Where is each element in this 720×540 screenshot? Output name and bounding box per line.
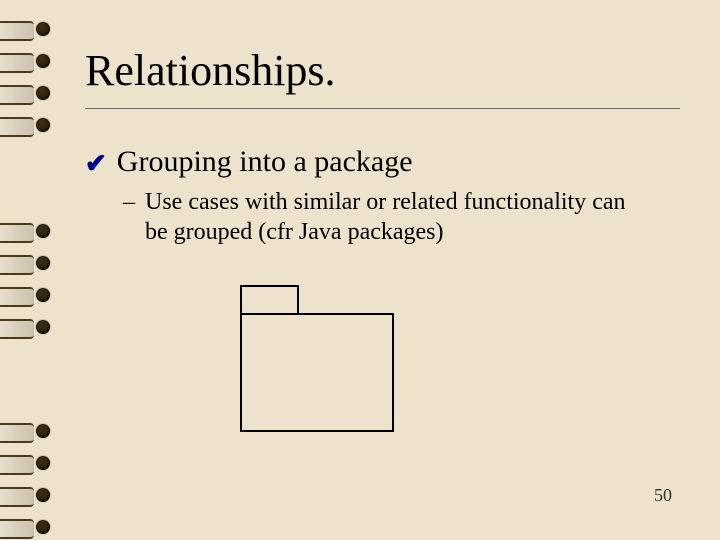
uml-package-body <box>240 313 394 432</box>
spiral-ring <box>0 484 60 506</box>
sub-point-text: Use cases with similar or related functi… <box>145 187 645 247</box>
spiral-ring <box>0 252 60 274</box>
spiral-ring <box>0 82 60 104</box>
title-underline <box>85 108 680 109</box>
uml-package-diagram <box>240 285 394 432</box>
spiral-ring <box>0 516 60 538</box>
spiral-ring <box>0 114 60 136</box>
spiral-ring <box>0 18 60 40</box>
spiral-ring <box>0 220 60 242</box>
spiral-ring <box>0 284 60 306</box>
spiral-binding <box>0 0 60 540</box>
spiral-ring <box>0 420 60 442</box>
uml-package-tab <box>240 285 299 313</box>
sub-bullet-row: – Use cases with similar or related func… <box>123 187 680 247</box>
slide-content: Relationships. ✔ Grouping into a package… <box>85 45 680 510</box>
spiral-ring <box>0 316 60 338</box>
checkmark-icon: ✔ <box>85 151 107 177</box>
spiral-ring <box>0 452 60 474</box>
slide-title: Relationships. <box>85 45 680 102</box>
dash-bullet: – <box>123 187 135 217</box>
main-point-text: Grouping into a package <box>117 145 413 179</box>
main-bullet-row: ✔ Grouping into a package <box>85 145 680 179</box>
page-number: 50 <box>654 485 672 506</box>
spiral-ring <box>0 50 60 72</box>
